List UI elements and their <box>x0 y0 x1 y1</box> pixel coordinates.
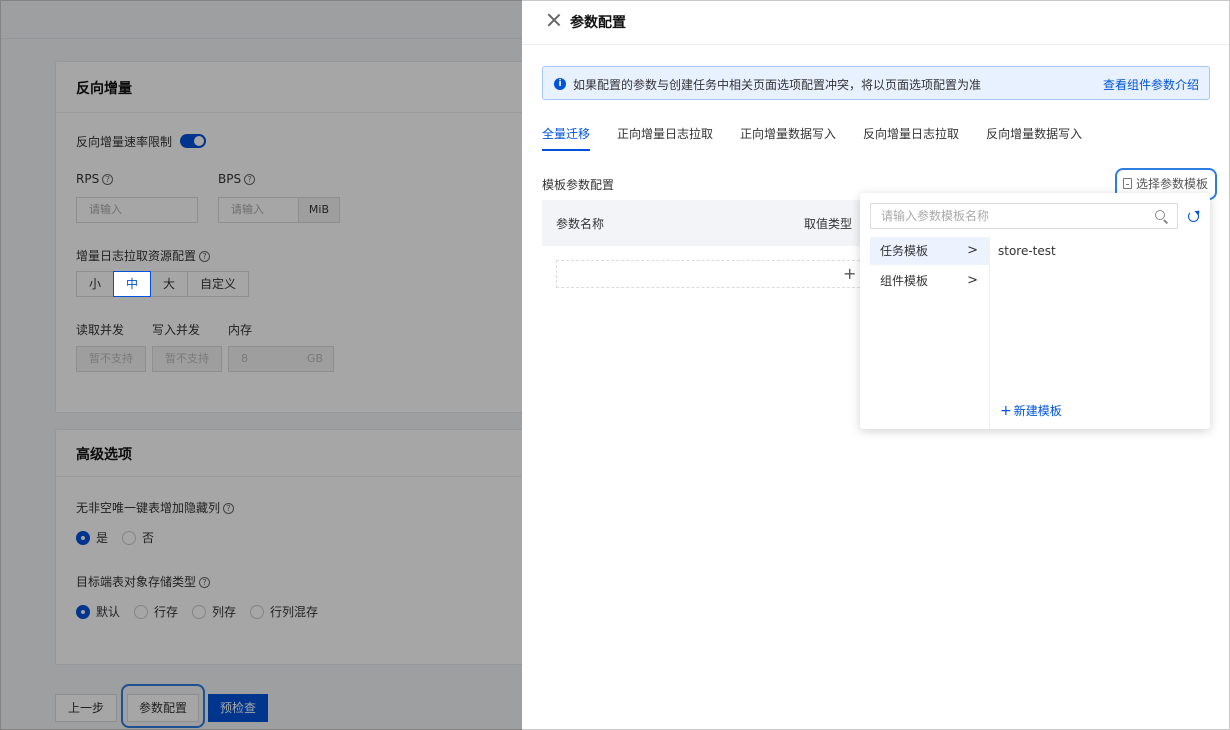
plus-icon: + <box>843 264 857 283</box>
new-template-button[interactable]: + 新建模板 <box>1000 402 1062 419</box>
search-icon <box>1155 210 1165 220</box>
template-search-input[interactable]: 请输入参数模板名称 <box>870 203 1178 229</box>
drawer-title: 参数配置 <box>570 15 626 31</box>
tab-reverse-data-write[interactable]: 反向增量数据写入 <box>986 125 1082 151</box>
category-component-template[interactable]: 组件模板 > <box>870 267 990 295</box>
drawer-header: 参数配置 <box>522 1 1229 45</box>
info-alert: i 如果配置的参数与创建任务中相关页面选项配置冲突，将以页面选项配置为准 查看组… <box>542 66 1210 100</box>
drawer-overlay-mask[interactable] <box>0 0 522 730</box>
column-param-name: 参数名称 <box>556 217 605 231</box>
tab-forward-log-pull[interactable]: 正向增量日志拉取 <box>617 125 713 151</box>
template-select-popup: 请输入参数模板名称 任务模板 > 组件模板 > store-test + 新建模板 <box>860 193 1210 429</box>
component-params-link[interactable]: 查看组件参数介绍 <box>1103 76 1199 93</box>
template-category-list: 任务模板 > 组件模板 > <box>860 237 990 429</box>
plus-icon: + <box>1000 403 1012 419</box>
category-task-template[interactable]: 任务模板 > <box>870 237 990 265</box>
chevron-right-icon: > <box>967 273 978 288</box>
tab-full-migration[interactable]: 全量迁移 <box>542 125 591 151</box>
column-value-type: 取值类型 <box>804 217 853 231</box>
tab-forward-data-write[interactable]: 正向增量数据写入 <box>740 125 836 151</box>
tab-reverse-log-pull[interactable]: 反向增量日志拉取 <box>863 125 959 151</box>
template-item[interactable]: store-test <box>998 244 1056 258</box>
chevron-right-icon: > <box>967 243 978 258</box>
close-icon[interactable] <box>546 12 562 28</box>
document-icon <box>1123 178 1132 189</box>
migration-tabs: 全量迁移 正向增量日志拉取 正向增量数据写入 反向增量日志拉取 反向增量数据写入 <box>542 125 1109 151</box>
resource-option-medium[interactable]: 中 <box>113 271 152 297</box>
info-icon: i <box>554 78 566 90</box>
refresh-icon[interactable] <box>1188 211 1199 222</box>
alert-text: 如果配置的参数与创建任务中相关页面选项配置冲突，将以页面选项配置为准 <box>573 78 982 92</box>
template-params-label: 模板参数配置 <box>542 178 615 192</box>
